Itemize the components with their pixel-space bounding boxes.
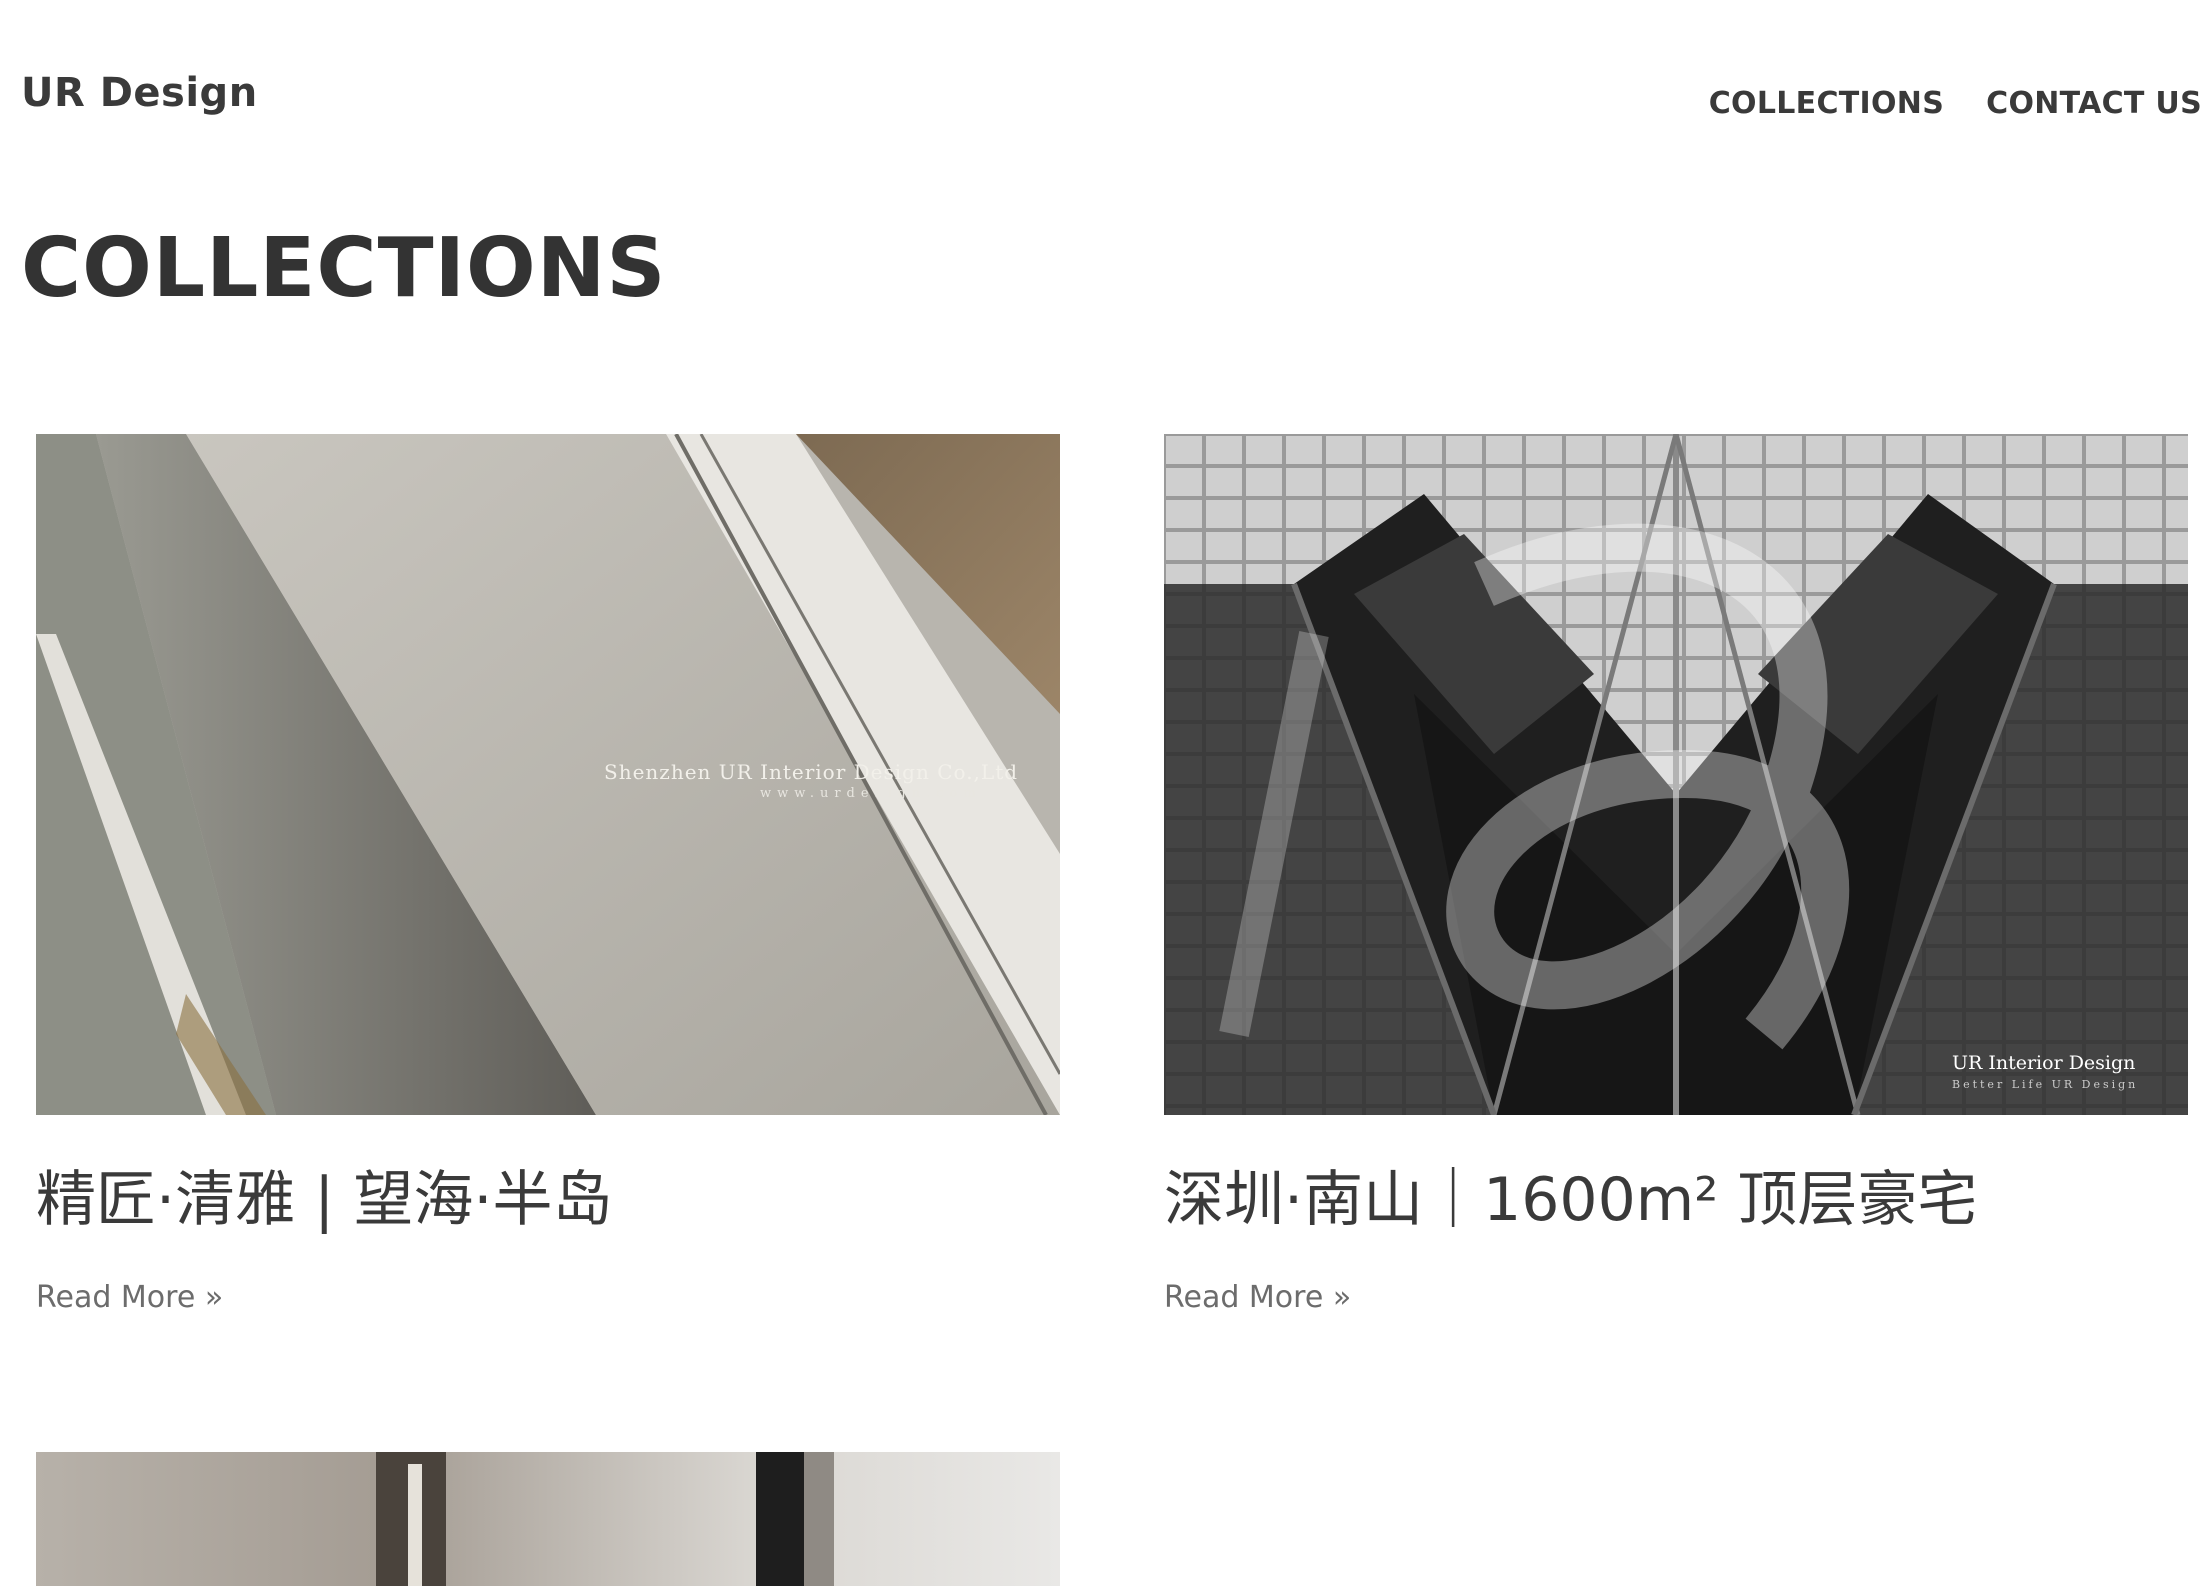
post-thumbnail-image xyxy=(36,1452,1060,1586)
main-nav: COLLECTIONS CONTACT US xyxy=(1709,86,2202,121)
post-title[interactable]: 深圳·南山｜1600m² 顶层豪宅 xyxy=(1164,1170,1977,1230)
nav-item-contact-us[interactable]: CONTACT US xyxy=(1986,86,2202,121)
read-more-link[interactable]: Read More » xyxy=(1164,1280,1351,1315)
page-title: COLLECTIONS xyxy=(21,221,667,316)
page: UR Design COLLECTIONS CONTACT US COLLECT… xyxy=(0,0,2208,1586)
post-thumbnail-link[interactable]: UR Interior Design Better Life UR Design xyxy=(1164,434,2188,1115)
post-title[interactable]: 精匠·清雅 | 望海·半岛 xyxy=(36,1170,613,1230)
post-card: Shenzhen UR Interior Design Co.,Ltd www.… xyxy=(36,434,1060,1315)
image-watermark-line2: www.urdesign.com xyxy=(760,786,982,801)
image-watermark-line1: UR Interior Design xyxy=(1952,1052,2136,1074)
post-card: UR Interior Design Better Life UR Design… xyxy=(1164,434,2188,1315)
nav-item-collections[interactable]: COLLECTIONS xyxy=(1709,86,1944,121)
read-more-link[interactable]: Read More » xyxy=(36,1280,223,1315)
post-thumbnail-link[interactable] xyxy=(36,1452,1060,1586)
post-thumbnail-link[interactable]: Shenzhen UR Interior Design Co.,Ltd www.… xyxy=(36,434,1060,1115)
site-title[interactable]: UR Design xyxy=(21,70,258,116)
image-watermark-line2: Better Life UR Design xyxy=(1952,1078,2139,1091)
image-watermark-line1: Shenzhen UR Interior Design Co.,Ltd xyxy=(604,760,1019,784)
post-card xyxy=(36,1452,1060,1586)
post-thumbnail-image xyxy=(1164,434,2188,1115)
